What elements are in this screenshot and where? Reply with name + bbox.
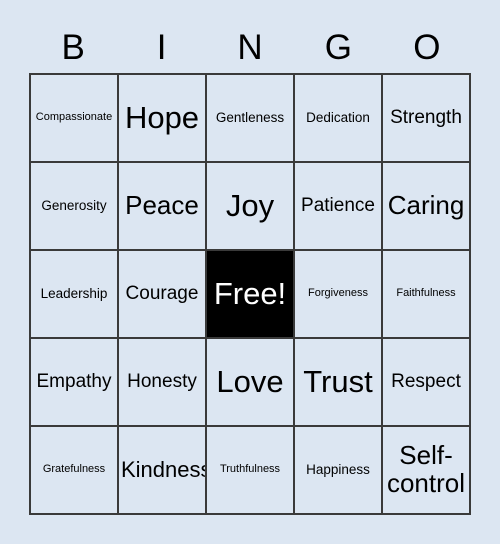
bingo-cell-label: Self- control	[386, 440, 466, 498]
bingo-cell[interactable]: Hope	[119, 75, 207, 163]
bingo-cell[interactable]: Kindness	[119, 427, 207, 515]
bingo-cell[interactable]: Empathy	[31, 339, 119, 427]
bingo-cell-label: Strength	[390, 106, 462, 128]
bingo-header: B I N G O	[29, 22, 471, 73]
bingo-cell-label: Empathy	[36, 370, 112, 392]
header-letter-o: O	[413, 28, 441, 67]
bingo-cell[interactable]: Gentleness	[207, 75, 295, 163]
bingo-cell-label: Peace	[125, 190, 199, 221]
bingo-cell-label: Kindness	[121, 457, 207, 483]
bingo-cell[interactable]: Leadership	[31, 251, 119, 339]
bingo-cell-label: Honesty	[127, 370, 197, 392]
bingo-cell-label: Dedication	[306, 109, 370, 125]
bingo-cell-label: Faithfulness	[396, 287, 456, 300]
bingo-cell[interactable]: Trust	[295, 339, 383, 427]
bingo-cell-label: Generosity	[41, 197, 107, 213]
bingo-cell-label: Patience	[301, 194, 375, 216]
bingo-cell[interactable]: Caring	[383, 163, 471, 251]
bingo-cell-label: Leadership	[40, 285, 108, 301]
bingo-cell-label: Happiness	[306, 461, 370, 477]
bingo-cell-label: Joy	[225, 187, 275, 223]
bingo-cell-free[interactable]: Free!	[207, 251, 295, 339]
bingo-cell[interactable]: Dedication	[295, 75, 383, 163]
header-letter-n: N	[237, 28, 263, 67]
header-letter-g: G	[324, 28, 353, 67]
bingo-cell-label: Trust	[303, 363, 373, 399]
bingo-cell[interactable]: Love	[207, 339, 295, 427]
header-letter-i: I	[156, 28, 167, 67]
bingo-cell-label: Compassionate	[35, 111, 113, 124]
bingo-cell[interactable]: Faithfulness	[383, 251, 471, 339]
bingo-cell-label: Free!	[213, 275, 287, 311]
bingo-cell[interactable]: Joy	[207, 163, 295, 251]
bingo-cell[interactable]: Compassionate	[31, 75, 119, 163]
bingo-cell[interactable]: Honesty	[119, 339, 207, 427]
bingo-cell[interactable]: Peace	[119, 163, 207, 251]
bingo-cell[interactable]: Happiness	[295, 427, 383, 515]
bingo-cell-label: Truthfulness	[219, 463, 281, 476]
bingo-cell-label: Respect	[391, 370, 461, 392]
bingo-cell[interactable]: Forgiveness	[295, 251, 383, 339]
free-space-fill: Free!	[207, 251, 293, 337]
bingo-card: B I N G O Compassionate Hope Gentleness Ded…	[0, 0, 500, 544]
bingo-cell-label: Gentleness	[215, 109, 285, 125]
bingo-cell[interactable]: Generosity	[31, 163, 119, 251]
bingo-cell-label: Courage	[125, 282, 199, 304]
bingo-cell[interactable]: Patience	[295, 163, 383, 251]
bingo-cell[interactable]: Gratefulness	[31, 427, 119, 515]
bingo-cell-label: Love	[216, 363, 284, 399]
bingo-cell[interactable]: Truthfulness	[207, 427, 295, 515]
bingo-cell[interactable]: Strength	[383, 75, 471, 163]
bingo-cell[interactable]: Self- control	[383, 427, 471, 515]
bingo-cell[interactable]: Courage	[119, 251, 207, 339]
bingo-cell-label: Gratefulness	[42, 463, 106, 476]
bingo-cell-label: Hope	[124, 99, 200, 135]
bingo-cell-label: Caring	[387, 190, 465, 221]
bingo-grid: Compassionate Hope Gentleness Dedication Str…	[29, 73, 471, 515]
header-letter-b: B	[61, 28, 85, 67]
bingo-cell-label: Forgiveness	[308, 287, 368, 300]
bingo-cell[interactable]: Respect	[383, 339, 471, 427]
